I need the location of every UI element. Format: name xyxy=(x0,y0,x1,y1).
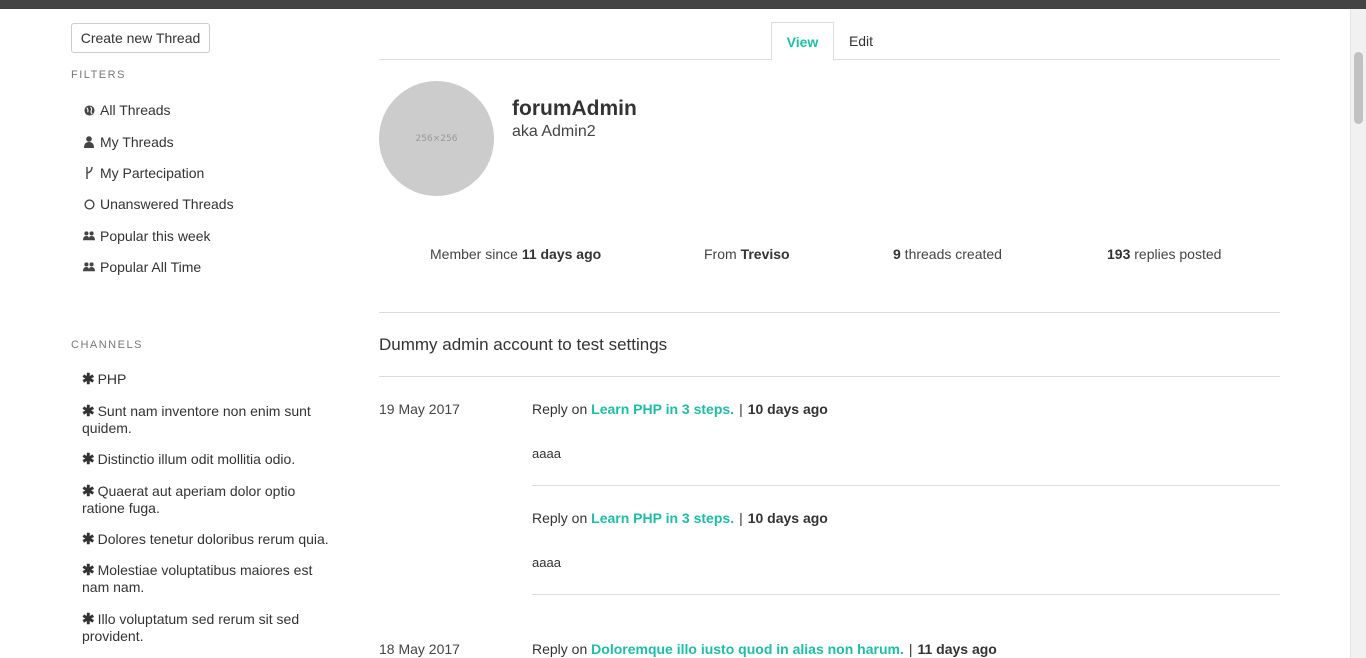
filters-title: FILTERS xyxy=(71,69,126,81)
user-icon xyxy=(83,136,95,148)
asterisk-icon: ✱ xyxy=(82,451,95,468)
channel-item[interactable]: ✱ Quaerat aut aperiam dolor optio ratione… xyxy=(82,483,337,517)
channel-label: Dolores tenetur doloribus rerum quia. xyxy=(97,531,329,547)
filter-label: Unanswered Threads xyxy=(100,196,234,212)
asterisk-icon: ✱ xyxy=(82,611,95,628)
channel-item[interactable]: ✱ Distinctio illum odit mollitia odio. xyxy=(82,451,337,468)
divider xyxy=(379,312,1280,313)
avatar-placeholder-text: 256×256 xyxy=(415,133,458,144)
profile-username: forumAdmin xyxy=(512,97,637,120)
activity-date: 18 May 2017 xyxy=(379,641,460,657)
channel-item[interactable]: ✱ Dolores tenetur doloribus rerum quia. xyxy=(82,531,337,548)
asterisk-icon: ✱ xyxy=(82,531,95,548)
filter-label: My Partecipation xyxy=(100,165,205,181)
avatar: 256×256 xyxy=(379,81,494,196)
channels-title: CHANNELS xyxy=(71,339,143,351)
channel-label: PHP xyxy=(97,371,127,387)
asterisk-icon: ✱ xyxy=(82,371,95,388)
filter-unanswered-threads[interactable]: Unanswered Threads xyxy=(83,194,234,214)
page-scrollbar[interactable] xyxy=(1350,9,1366,658)
reply-body: aaaa xyxy=(532,555,561,570)
filter-label: All Threads xyxy=(100,102,171,118)
tab-view[interactable]: View xyxy=(771,22,834,61)
branch-icon xyxy=(83,167,95,179)
circle-icon xyxy=(83,198,95,210)
create-thread-button[interactable]: Create new Thread xyxy=(71,23,210,53)
filter-all-threads[interactable]: All Threads xyxy=(83,100,171,120)
users-icon xyxy=(83,261,95,273)
channel-label: Illo voluptatum sed rerum sit sed provid… xyxy=(82,611,300,644)
thread-link[interactable]: Learn PHP in 3 steps. xyxy=(591,510,734,526)
asterisk-icon: ✱ xyxy=(82,403,95,420)
divider xyxy=(532,594,1280,595)
stat-replies-posted: 193 replies posted xyxy=(1107,246,1222,262)
filter-my-partecipation[interactable]: My Partecipation xyxy=(83,163,204,183)
profile-bio: Dummy admin account to test settings xyxy=(379,335,668,354)
thread-link[interactable]: Learn PHP in 3 steps. xyxy=(591,401,734,417)
filter-popular-week[interactable]: Popular this week xyxy=(83,226,211,246)
stat-member-since: Member since 11 days ago xyxy=(430,246,602,262)
channel-item[interactable]: ✱ PHP xyxy=(82,371,337,388)
activity-reply-line: Reply on Doloremque illo iusto quod in a… xyxy=(532,641,997,657)
stat-location: From Treviso xyxy=(704,246,790,262)
channel-label: Molestiae voluptatibus maiores est nam n… xyxy=(82,562,313,595)
channel-item[interactable]: ✱ Molestiae voluptatibus maiores est nam … xyxy=(82,562,337,596)
profile-alias: aka Admin2 xyxy=(512,123,596,140)
globe-icon xyxy=(83,104,95,116)
asterisk-icon: ✱ xyxy=(82,562,95,579)
activity-reply-line: Reply on Learn PHP in 3 steps. | 10 days a… xyxy=(532,510,828,526)
channel-item[interactable]: ✱ Sunt nam inventore non enim sunt quidem… xyxy=(82,403,337,437)
filter-label: Popular All Time xyxy=(100,259,202,275)
filter-label: My Threads xyxy=(100,134,174,150)
divider xyxy=(379,376,1280,377)
channel-label: Sunt nam inventore non enim sunt quidem. xyxy=(82,403,311,436)
reply-body: aaaa xyxy=(532,446,561,461)
divider xyxy=(532,485,1280,486)
filter-my-threads[interactable]: My Threads xyxy=(83,132,174,152)
scrollbar-thumb[interactable] xyxy=(1354,52,1363,124)
channel-item[interactable]: ✱ Illo voluptatum sed rerum sit sed provi… xyxy=(82,611,337,645)
channel-label: Distinctio illum odit mollitia odio. xyxy=(97,451,296,467)
channel-label: Quaerat aut aperiam dolor optio ratione … xyxy=(82,483,296,516)
thread-link[interactable]: Doloremque illo iusto quod in alias non … xyxy=(591,641,904,657)
stat-threads-created: 9 threads created xyxy=(893,246,1002,262)
activity-reply-line: Reply on Learn PHP in 3 steps. | 10 days a… xyxy=(532,401,828,417)
activity-date: 19 May 2017 xyxy=(379,401,460,417)
filter-label: Popular this week xyxy=(100,228,211,244)
asterisk-icon: ✱ xyxy=(82,483,95,500)
browser-top-bar xyxy=(0,0,1366,9)
tab-edit[interactable]: Edit xyxy=(833,22,889,59)
filter-popular-all-time[interactable]: Popular All Time xyxy=(83,257,201,277)
users-icon xyxy=(83,230,95,242)
